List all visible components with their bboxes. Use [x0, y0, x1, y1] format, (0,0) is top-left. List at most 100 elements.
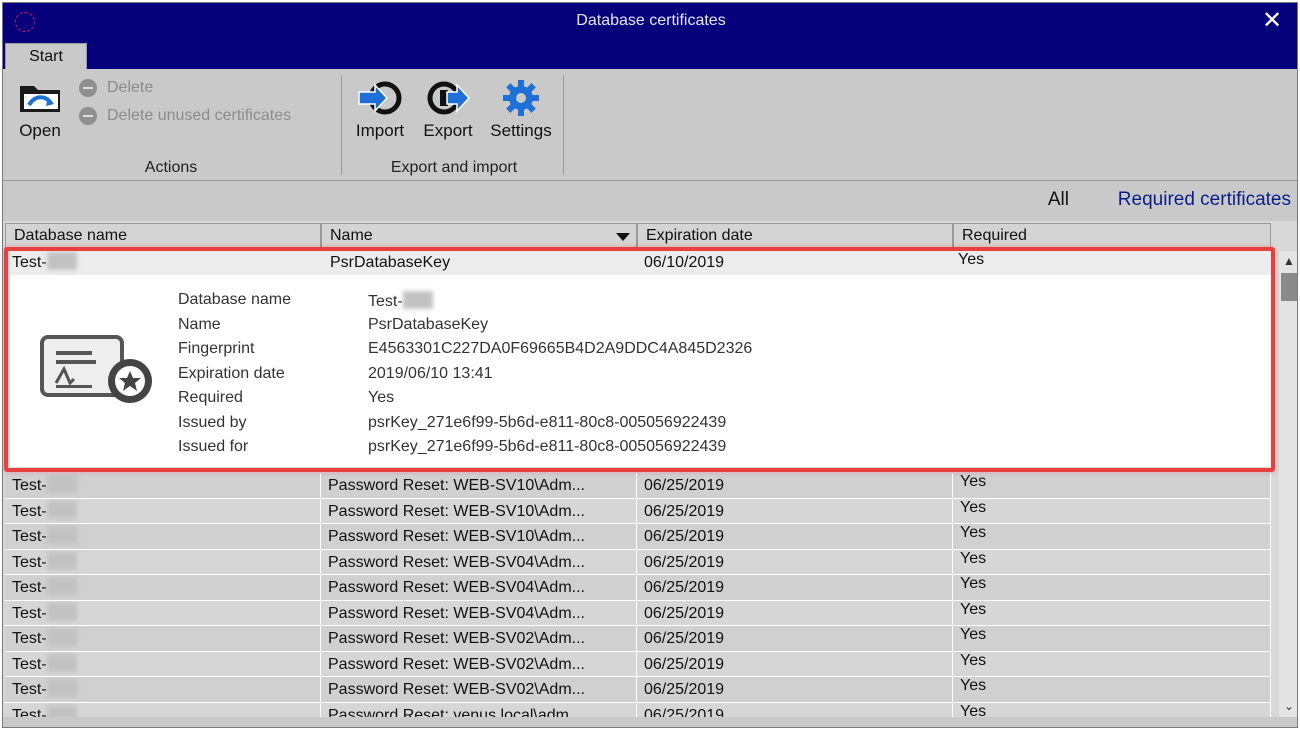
cell-required: Yes: [953, 626, 1271, 652]
cell-database-name: Test-: [5, 600, 321, 626]
table-row[interactable]: Test- Password Reset: WEB-SV10\Adm... 06…: [5, 498, 1271, 524]
certificate-icon: [40, 335, 152, 403]
cell-database-name: Test-: [5, 498, 321, 524]
detail-label-issued-by: Issued by: [178, 413, 247, 431]
import-label: Import: [355, 121, 405, 140]
filter-all-link[interactable]: All: [1048, 189, 1069, 211]
cell-name: Password Reset: WEB-SV04\Adm...: [321, 600, 637, 626]
cell-database-name: Test-: [10, 251, 320, 275]
open-button[interactable]: Open: [11, 79, 69, 141]
ribbon: Open Delete Delete unused certificates A…: [3, 69, 1297, 181]
export-import-group-label: Export and import: [390, 159, 518, 176]
actions-group: Open Delete Delete unused certificates A…: [3, 73, 339, 179]
column-header-expiration-date[interactable]: Expiration date: [637, 223, 953, 249]
table-row[interactable]: Test- Password Reset: WEB-SV04\Adm... 06…: [5, 600, 1271, 626]
detail-label-required: Required: [178, 389, 243, 406]
database-name-text: Test-: [12, 579, 47, 596]
cell-required: Yes: [953, 702, 1271, 717]
export-import-group: Import Export Settings Export and import: [343, 73, 565, 179]
redacted-text: [46, 653, 77, 672]
selected-table-row[interactable]: Test- PsrDatabaseKey 06/10/2019 Yes: [10, 251, 1272, 275]
group-separator: [563, 75, 564, 175]
cell-expiration-date: 06/25/2019: [637, 600, 953, 626]
cell-name: Password Reset: WEB-SV04\Adm...: [321, 549, 637, 575]
scroll-down-icon[interactable]: ⌄: [1279, 695, 1297, 717]
cell-required: Yes: [958, 251, 985, 268]
import-icon: [358, 81, 402, 115]
export-button[interactable]: Export: [415, 79, 481, 141]
detail-value-text: Test-: [368, 293, 403, 310]
cell-expiration-date: 06/25/2019: [637, 651, 953, 677]
cell-database-name: Test-: [5, 549, 321, 575]
cell-database-name: Test-: [5, 677, 321, 703]
cell-database-name: Test-: [5, 575, 321, 601]
database-name-text: Test-: [12, 706, 47, 718]
table-row[interactable]: Test- Password Reset: WEB-SV04\Adm... 06…: [5, 549, 1271, 575]
column-header-database-name[interactable]: Database name: [5, 223, 321, 249]
settings-button[interactable]: Settings: [483, 79, 559, 141]
detail-value-name: PsrDatabaseKey: [368, 315, 489, 333]
redacted-text: [46, 628, 77, 646]
redacted-text: [46, 475, 77, 493]
table-row[interactable]: Test- Password Reset: WEB-SV04\Adm... 06…: [5, 575, 1271, 601]
column-header-required[interactable]: Required: [953, 223, 1271, 249]
column-header-label: Required: [962, 227, 1027, 244]
detail-value-fingerprint: E4563301C227DA0F69665B4D2A9DDC4A845D2326: [368, 340, 753, 357]
cell-database-name: Test-: [5, 473, 321, 499]
delete-unused-button[interactable]: Delete unused certificates: [79, 107, 291, 125]
cell-expiration-date: 06/25/2019: [637, 702, 953, 717]
cell-expiration-date: 06/25/2019: [637, 498, 953, 524]
cell-database-name: Test-: [5, 702, 321, 718]
scroll-thumb[interactable]: [1281, 273, 1297, 301]
title-bar: Database certificates ✕: [3, 3, 1297, 41]
table-row[interactable]: Test- Password Reset: WEB-SV10\Adm... 06…: [5, 473, 1271, 499]
column-header-label: Expiration date: [646, 227, 753, 244]
cell-expiration-date: 06/25/2019: [637, 626, 953, 652]
cell-name: Password Reset: WEB-SV10\Adm...: [321, 473, 637, 499]
cell-expiration-date: 06/25/2019: [637, 473, 953, 499]
filter-required-link[interactable]: Required certificates: [1118, 189, 1291, 211]
detail-label-name: Name: [178, 315, 221, 333]
detail-value-required: Yes: [368, 389, 395, 406]
table-row[interactable]: Test- Password Reset: WEB-SV02\Adm... 06…: [5, 651, 1271, 677]
cell-expiration-date: 06/25/2019: [637, 549, 953, 575]
cell-required: Yes: [953, 524, 1271, 550]
tab-start[interactable]: Start: [5, 43, 87, 69]
redacted-text: [46, 577, 77, 595]
cell-expiration-date: 06/25/2019: [637, 575, 953, 601]
cell-database-name: Test-: [5, 524, 321, 550]
delete-button[interactable]: Delete: [79, 79, 153, 97]
window-title: Database certificates: [576, 12, 726, 29]
database-name-text: Test-: [12, 681, 47, 698]
table-row[interactable]: Test- Password Reset: WEB-SV02\Adm... 06…: [5, 626, 1271, 652]
table-row[interactable]: Test- Password Reset: venus.local\adm...…: [5, 702, 1271, 718]
cell-expiration-date: 06/25/2019: [637, 524, 953, 550]
database-name-text: Test-: [12, 604, 47, 622]
cell-required: Yes: [953, 575, 1271, 601]
cell-expiration-date: 06/10/2019: [644, 254, 725, 271]
open-folder-icon: [20, 86, 60, 112]
column-header-label: Name: [330, 227, 373, 244]
minus-circle-icon: [79, 79, 97, 97]
database-name-text: Test-: [12, 477, 47, 494]
cell-required: Yes: [953, 498, 1271, 524]
close-button[interactable]: ✕: [1259, 7, 1285, 35]
cell-name: PsrDatabaseKey: [330, 254, 451, 271]
minus-circle-icon: [79, 107, 97, 125]
gear-icon: [503, 80, 539, 116]
database-name-text: Test-: [12, 553, 47, 571]
scroll-up-icon[interactable]: ▲: [1279, 251, 1297, 271]
cell-required: Yes: [953, 549, 1271, 575]
table-row[interactable]: Test- Password Reset: WEB-SV10\Adm... 06…: [5, 524, 1271, 550]
column-header-name[interactable]: Name: [321, 223, 637, 249]
actions-group-label: Actions: [144, 159, 198, 176]
sort-descending-icon: [616, 233, 630, 241]
vertical-scrollbar[interactable]: ▲ ⌄: [1279, 251, 1297, 717]
delete-label: Delete: [107, 79, 154, 96]
detail-label-fingerprint: Fingerprint: [178, 340, 255, 357]
detail-value-issued-by: psrKey_271e6f99-5b6d-e811-80c8-005056922…: [368, 413, 727, 431]
table-row[interactable]: Test- Password Reset: WEB-SV02\Adm... 06…: [5, 677, 1271, 703]
import-button[interactable]: Import: [347, 79, 413, 141]
database-name-text: Test-: [12, 254, 47, 271]
redacted-text: [46, 551, 77, 570]
